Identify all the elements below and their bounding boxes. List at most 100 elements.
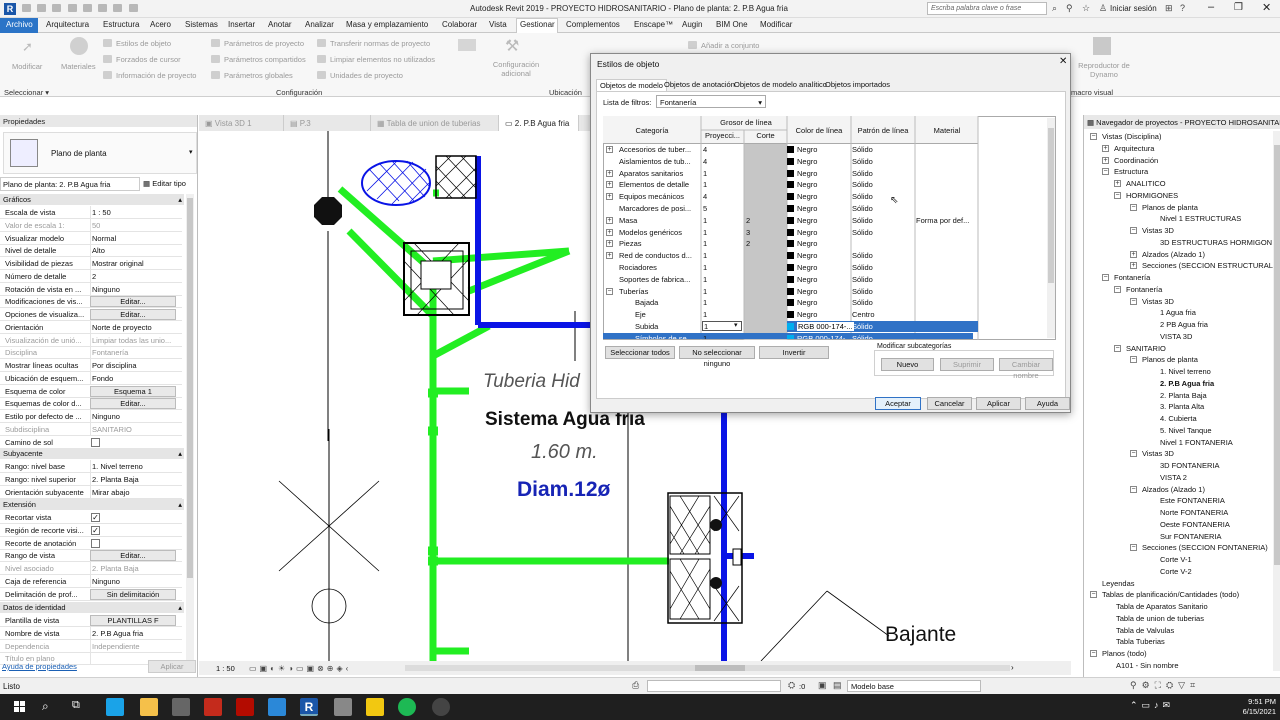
estilos-objeto-button[interactable]: Estilos de objeto [103,39,171,48]
property-value[interactable]: 2 [90,269,182,282]
modificar-button[interactable]: Modificar [12,62,42,71]
browser-item[interactable]: Nivel 1 FONTANERIA [1160,438,1233,447]
property-edit-button[interactable]: Esquema 1 [90,385,176,397]
star-icon[interactable]: ☆ [1082,3,1090,14]
style-row[interactable]: Rociadores 1 Negro Sólido [603,262,973,274]
property-row[interactable]: Número de detalle 2 [0,269,182,283]
tab-vista[interactable]: Vista [489,20,507,29]
view-control-icons[interactable]: ▭▣◐☀◑▭▣⊗⊕◈‹ [249,664,351,673]
browser-item[interactable]: Oeste FONTANERIA [1160,520,1230,529]
style-row[interactable]: + Aparatos sanitarios 1 Negro Sólido [603,168,973,180]
row-color[interactable]: RGB 000-174-... [787,322,854,331]
collapse-icon[interactable]: − [1130,485,1137,493]
filter-dropdown[interactable]: Fontanería ▾ [656,95,766,108]
collapse-icon[interactable]: − [1090,133,1097,140]
tab-sistemas[interactable]: Sistemas [185,20,218,29]
unidades-button[interactable]: Unidades de proyecto [317,71,403,80]
browser-item[interactable]: Estructura [1114,167,1148,176]
row-projection[interactable]: 1 [703,251,707,260]
row-projection[interactable]: 1 [703,180,707,189]
row-projection[interactable]: 4 [703,192,707,201]
collapse-icon[interactable]: − [1130,356,1137,364]
row-color[interactable]: Negro [787,180,817,189]
tab-bimone[interactable]: BIM One [716,20,748,29]
user-icon[interactable]: ♙ [1099,3,1107,14]
tab-modificar[interactable]: Modificar [760,20,792,29]
tab-objetos-analitico[interactable]: Objetos de modelo analítico [731,79,830,91]
collapse-icon[interactable]: − [1102,274,1109,281]
minimize-icon[interactable]: – [1208,1,1214,13]
property-row[interactable]: Dependencia Independiente [0,639,182,653]
cart-icon[interactable]: ⊞ [1165,3,1173,14]
chevron-down-icon[interactable]: ▾ [734,321,738,329]
collapse-icon[interactable]: − [1130,544,1137,552]
row-pattern[interactable]: Sólido [852,216,873,225]
row-pattern[interactable]: Sólido [852,263,873,272]
selection-filter-icons[interactable]: ⚲⚙⛶⛭▽⌗ [1130,680,1200,691]
browser-item[interactable]: Tablas de planificación/Cantidades (todo… [1102,590,1239,599]
property-row[interactable]: Ubicación de esquem... Fondo [0,371,182,385]
dynamo-player-icon[interactable] [1093,37,1111,55]
browser-item[interactable]: Nivel 1 ESTRUCTURAS [1160,214,1241,223]
property-row[interactable]: Orientación subyacente Mirar abajo [0,485,182,499]
properties-scrollbar[interactable] [186,194,194,664]
browser-item[interactable]: Tabla de union de tuberias [1116,614,1204,623]
property-value[interactable]: 1 : 50 [90,206,182,218]
design-options-icon[interactable]: ▣ [818,680,827,691]
property-row[interactable]: Modificaciones de vis... Editar... [0,295,182,309]
style-row[interactable]: Símbolos de se... 1 RGB 000-174-... Sólido [603,332,973,339]
cancel-button[interactable]: Cancelar [927,397,972,410]
property-value[interactable]: Normal [90,231,182,244]
tab-2pb-agua-fria[interactable]: ▭ 2. P.B Agua fria [499,115,579,131]
browser-item[interactable]: A101 - Sin nombre [1116,661,1179,669]
tab-anotar[interactable]: Anotar [268,20,292,29]
row-cut[interactable]: 2 [746,239,750,248]
materials-icon[interactable] [70,37,88,55]
accept-button[interactable]: Aceptar [875,397,921,410]
style-row[interactable]: + Accesorios de tuber... 4 Negro Sólido [603,144,973,156]
browser-item[interactable]: Vistas 3D [1142,449,1174,458]
property-edit-button[interactable]: PLANTILLAS F [90,615,176,626]
row-color[interactable]: Negro [787,228,817,237]
property-row[interactable]: Esquema de color Esquema 1 [0,385,182,398]
expand-icon[interactable]: + [606,240,613,248]
row-pattern[interactable]: Sólido [852,192,873,201]
browser-item[interactable]: 1 Agua fria [1160,308,1196,317]
property-row[interactable]: Recorte de anotación [0,537,182,550]
collapse-icon[interactable]: − [1130,227,1137,234]
browser-item[interactable]: SANITARIO [1126,344,1166,353]
tab-acero[interactable]: Acero [150,20,171,29]
section-graficos[interactable]: Gráficos ▴ [0,194,184,205]
tab-objetos-modelo[interactable]: Objetos de modelo [596,79,667,91]
wrench-icon[interactable]: ⚒ [505,36,519,56]
style-row[interactable]: Marcadores de posi... 5 Negro Sólido [603,203,973,215]
property-value[interactable]: Ninguno [90,410,182,422]
style-row[interactable]: + Modelos genéricos 1 3 Negro Sólido [603,227,973,239]
windows-start-icon[interactable] [14,701,26,713]
expand-icon[interactable]: + [1114,180,1121,187]
browser-item[interactable]: VISTA 2 [1160,473,1187,482]
property-row[interactable]: Disciplina Fontanería [0,346,182,360]
style-row[interactable]: Eje 1 Negro Centro [603,309,973,321]
3d-view-icon[interactable] [128,4,138,12]
property-value[interactable]: Por disciplina [90,359,182,371]
row-color[interactable]: Negro [787,157,817,166]
tab-estructura[interactable]: Estructura [103,20,139,29]
tab-masa[interactable]: Masa y emplazamiento [346,20,428,29]
row-color[interactable]: Negro [787,287,817,296]
undo-icon[interactable] [52,4,62,12]
row-color[interactable]: Negro [787,275,817,284]
browser-item[interactable]: Secciones (SECCION ESTRUCTURAL) [1142,261,1274,270]
browser-item[interactable]: 2 PB Agua fria [1160,320,1208,329]
expand-icon[interactable]: + [606,169,613,177]
property-row[interactable]: Caja de referencia Ninguno [0,574,182,588]
chevron-down-icon[interactable]: ▾ [189,148,193,156]
row-pattern[interactable]: Sólido [852,322,873,331]
style-row[interactable]: + Piezas 1 2 Negro [603,238,973,250]
property-value[interactable]: Ninguno [90,282,182,295]
browser-item[interactable]: Corte V-1 [1160,555,1192,564]
autocad-icon[interactable] [236,698,254,716]
style-row[interactable]: Soportes de fabrica... 1 Negro Sólido [603,274,973,286]
app-icon[interactable] [268,698,286,716]
row-color[interactable]: Negro [787,310,817,319]
